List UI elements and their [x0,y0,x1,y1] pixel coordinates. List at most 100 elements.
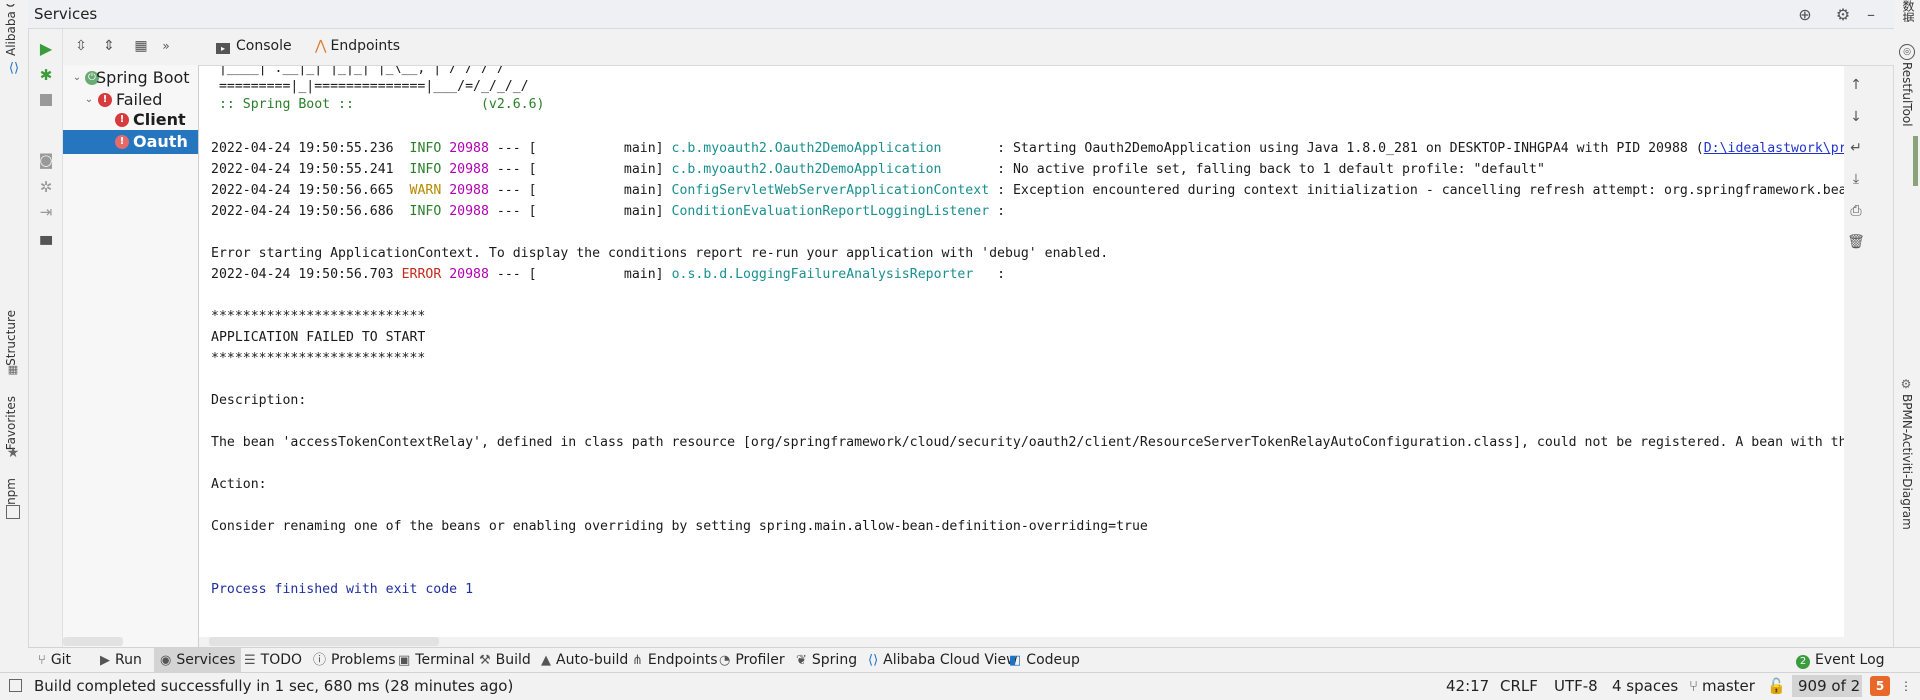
lock-icon[interactable]: 🔓 [1767,677,1786,695]
indent-setting[interactable]: 4 spaces [1612,677,1678,695]
spring-icon: ❦ [796,653,807,668]
banner-line: |____| .__|_| |_|_| |_\__, | / / / / [211,66,505,76]
exit-line: Process finished with exit code 1 [211,582,474,597]
toolwindow-label: Profiler [735,652,785,668]
line-separator[interactable]: CRLF [1500,677,1538,695]
error-icon: ! [115,135,129,149]
console-tabs: ▸ Console ⋀ Endpoints [199,29,1894,66]
minimize-icon[interactable]: – [1860,3,1882,25]
group-by-icon[interactable]: ▦ [130,36,152,56]
tree-node-client[interactable]: ! Client [63,108,198,132]
crosshair-icon[interactable]: ⊕ [1794,3,1816,25]
tab-console[interactable]: ▸ Console [216,38,292,54]
git-branch[interactable]: ⑂ master [1689,677,1755,695]
error-icon: ! [115,113,129,127]
project-path-link[interactable]: D:\idealastwork\project [1704,141,1844,156]
status-bar: Build completed successfully in 1 sec, 6… [0,672,1920,700]
restfultool-toolwindow-label[interactable]: RestfulTool [1900,62,1914,127]
memory-indicator[interactable]: 909 of 2 [1792,675,1862,697]
console-horizontal-scrollbar[interactable] [209,637,439,646]
tab-endpoints[interactable]: ⋀ Endpoints [315,38,400,54]
more-icon[interactable]: ⋮ [1900,677,1912,695]
endpoints-icon: ⋀ [315,38,327,54]
endpoints-icon: ⋔ [632,653,643,668]
debug-bug-icon[interactable]: ✱ [35,64,57,86]
npm-icon [6,505,20,519]
toolwindow-label: Run [115,652,142,668]
tab-endpoints-label: Endpoints [330,38,401,54]
alibaba-cloud-toolwindow-label[interactable]: Alibaba Clo [4,4,18,56]
toolwindow-endpoints[interactable]: ⋔ Endpoints [626,648,724,673]
toolwindow-services[interactable]: ◉ Services [154,648,242,673]
terminal-icon: ▣ [398,653,411,668]
toolwindow-label: Event Log [1815,652,1885,668]
tab-console-label: Console [236,38,292,54]
run-icon: ▶ [100,653,110,668]
layout-icon[interactable]: ▀ [35,234,57,256]
bpmn-toolwindow-label[interactable]: BPMN-Activiti-Diagram [1900,394,1914,530]
restful-globe-icon: ◎ [1899,44,1915,60]
stop-icon[interactable] [35,89,57,111]
console-output[interactable]: |____| .__|_| |_|_| |_\__, | / / / / ===… [199,66,1844,637]
toolwindow-label: Git [50,652,72,668]
toolwindow-spring[interactable]: ❦ Spring [790,648,863,673]
toolwindow-terminal[interactable]: ▣ Terminal [392,648,480,673]
expand-all-icon[interactable]: ⇳ [71,36,91,56]
toggle-toolwindows-icon[interactable] [9,679,22,692]
toolwindow-auto-build[interactable]: ▲ Auto-build [535,648,634,673]
tree-horizontal-scrollbar[interactable] [63,637,123,646]
toolwindow-profiler[interactable]: ◔ Profiler [713,648,791,673]
right-tool-strip: 数据库 ◎ RestfulTool ⚙ BPMN-Activiti-Diagra… [1893,0,1920,647]
banner-line: :: Spring Boot :: (v2.6.6) [211,97,545,112]
run-icon[interactable]: ▶ [35,37,57,59]
toolwindow-label: Alibaba Cloud View [883,652,1018,668]
scroll-down-icon[interactable]: ↓ [1846,107,1866,127]
favorites-toolwindow-label[interactable]: Favorites [4,396,18,450]
toolwindow-todo[interactable]: ☰ TODO [238,648,308,673]
database-toolwindow-label[interactable]: 数据库 [1900,0,1917,22]
caret-position[interactable]: 42:17 [1446,677,1489,695]
gear-icon[interactable]: ⚙ [1832,3,1854,25]
toolwindow-alibaba-cloud-view[interactable]: ⟨⟩ Alibaba Cloud View [862,648,1024,673]
soft-wrap-icon[interactable]: ↵ [1846,138,1866,158]
more-chevrons-icon[interactable]: » [158,36,174,56]
toolwindow-run[interactable]: ▶ Run [94,648,148,673]
scroll-up-icon[interactable]: ↑ [1846,75,1866,95]
toolwindow-build[interactable]: ⚒ Build [473,648,537,673]
tree-node-spring-boot[interactable]: ⌄ ⏻ Spring Boot [63,66,198,90]
error-context-line: Error starting ApplicationContext. To di… [211,246,1109,261]
toolwindow-label: Endpoints [647,652,718,668]
description-heading: Description: [211,393,307,408]
codeup-icon: ◧ [1009,653,1022,668]
log-line: 2022-04-24 19:50:56.686 INFO 20988 --- [… [211,204,1006,219]
profiler-icon: ◔ [719,653,731,668]
branch-icon: ⑂ [1689,677,1699,695]
toolwindow-codeup[interactable]: ◧ Codeup [1003,648,1086,673]
toolwindow-label: Services [176,652,236,668]
npm-toolwindow-label[interactable]: npm [4,478,18,505]
tree-node-oauth[interactable]: ! Oauth [63,130,198,154]
file-encoding[interactable]: UTF-8 [1554,677,1598,695]
collapse-all-icon[interactable]: ⇕ [99,36,119,56]
structure-toolwindow-label[interactable]: Structure [4,310,18,366]
console-side-toolbar: ↑ ↓ ↵ ⤓ ⎙ 🗑 [1844,66,1868,647]
exit-icon[interactable]: ⇥ [35,201,57,223]
scroll-marker [1913,136,1918,186]
expand-chevron-icon[interactable]: ⌄ [71,66,83,90]
status-message[interactable]: Build completed successfully in 1 sec, 6… [34,677,513,695]
print-icon[interactable]: ⎙ [1846,201,1866,221]
tree-node-label: Oauth [133,132,188,151]
tree-node-label: Client [133,110,186,129]
trash-icon[interactable]: 🗑 [1846,232,1866,252]
toolwindow-event-log[interactable]: 2 Event Log [1790,648,1891,673]
scroll-to-end-icon[interactable]: ⤓ [1846,169,1866,189]
debug-settings-icon[interactable]: ✲ [35,176,57,198]
toolwindow-git[interactable]: ⑂ Git [32,648,77,673]
failed-line: APPLICATION FAILED TO START [211,330,426,345]
camera-icon[interactable]: ◙ [35,149,57,171]
toolwindow-problems[interactable]: ⓘ Problems [307,648,402,673]
services-toolbar: ▶ ✱ ◙ ✲ ⇥ ▀ [29,29,63,647]
html5-plugin-icon[interactable]: 5 [1870,676,1890,696]
git-icon: ⑂ [38,653,46,668]
alibaba-cloud-icon[interactable]: ⟨⟩ [5,61,23,76]
